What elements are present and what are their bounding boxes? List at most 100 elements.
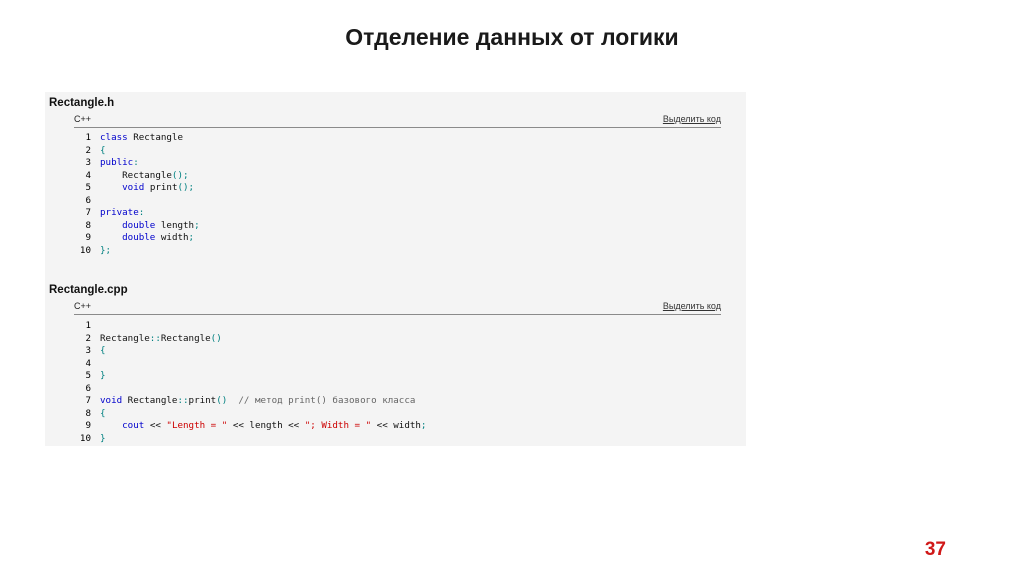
line-number: 9: [85, 232, 91, 243]
code-listing-source-file: 1 2 Rectangle::Rectangle() 3{4 5} 6 7 void Rect…: [74, 320, 721, 445]
code-token: };: [100, 244, 112, 256]
select-code-link[interactable]: Выделить код: [663, 301, 721, 311]
code-token: :: [133, 157, 139, 168]
code-token: ;: [188, 232, 195, 243]
code-text: double length;: [100, 219, 199, 233]
code-token: void: [122, 182, 145, 193]
code-token: Rectangle: [127, 132, 183, 143]
code-line: 8{: [74, 408, 721, 421]
code-line: 8 double length;: [74, 220, 721, 233]
block-title-header-file: Rectangle.h: [49, 97, 115, 109]
line-number: 7: [85, 395, 91, 406]
code-text: Rectangle();: [100, 169, 189, 183]
code-line: 1: [74, 320, 721, 333]
code-line: 10};: [74, 245, 721, 258]
code-line: 5 void print();: [74, 182, 721, 195]
code-text: cout << "Length = " << length << "; Widt…: [100, 420, 426, 433]
line-number: 9: [85, 420, 91, 431]
line-number: 1: [85, 320, 91, 331]
code-token: :: [138, 207, 145, 218]
code-line: 9 cout << "Length = " << length << "; Wi…: [74, 420, 721, 433]
code-header-header-file: C++ Выделить код: [74, 114, 721, 128]
code-token: }: [100, 432, 106, 444]
code-line: 5}: [74, 370, 721, 383]
code-text: double width;: [100, 232, 194, 245]
code-line: 2{: [74, 145, 721, 158]
line-number: 6: [85, 194, 91, 206]
code-line: 10}: [74, 433, 721, 446]
code-token: width: [155, 232, 189, 243]
code-line: 9 double width;: [74, 232, 721, 245]
line-number: 8: [85, 219, 91, 231]
code-token: print: [144, 182, 178, 193]
code-token: (): [216, 395, 228, 406]
code-line: 7 void Rectangle::print() // метод print(…: [74, 395, 721, 408]
line-number: 3: [85, 345, 91, 356]
code-token: << length <<: [227, 420, 305, 431]
code-text: void Rectangle::print() // метод print()…: [100, 395, 415, 408]
code-token: }: [100, 370, 106, 381]
code-text: {: [100, 408, 106, 421]
line-number: 4: [85, 357, 91, 369]
code-token: "; Width = ": [304, 420, 372, 431]
code-token: "Length = ": [166, 420, 228, 431]
code-token: {: [100, 407, 106, 419]
code-token: ::: [177, 395, 189, 406]
code-text: private:: [100, 207, 144, 220]
code-token: // метод print() базового класса: [238, 395, 416, 406]
code-token: private: [100, 207, 139, 218]
line-number: 10: [79, 432, 91, 444]
code-token: ();: [171, 169, 189, 181]
language-label: C++: [74, 301, 92, 311]
select-code-link[interactable]: Выделить код: [663, 114, 721, 124]
code-text: {: [100, 345, 106, 358]
code-token: double: [122, 219, 156, 231]
language-label: C++: [74, 114, 92, 124]
code-token: class: [100, 132, 128, 143]
code-line: 3 public:: [74, 157, 721, 170]
line-number: 10: [79, 244, 91, 256]
line-number: 5: [85, 370, 91, 381]
code-token: double: [122, 232, 156, 243]
page-number: 37: [924, 539, 946, 560]
code-token: ::: [149, 332, 161, 344]
code-token: ();: [177, 182, 195, 193]
code-listing-header-file: 1 class Rectangle 2{3 public: 4 Rectangle();…: [74, 132, 721, 257]
line-number: 6: [85, 382, 91, 394]
code-text: Rectangle::Rectangle(): [100, 333, 222, 346]
code-token: <<: [144, 420, 167, 431]
code-token: print: [188, 395, 217, 406]
code-token: Rectangle: [100, 169, 172, 181]
code-token: {: [100, 144, 106, 156]
line-number: 3: [85, 157, 91, 168]
line-number: 2: [85, 144, 91, 156]
line-number: 8: [85, 407, 91, 419]
code-line: 4 Rectangle();: [74, 170, 721, 183]
code-text: }: [100, 433, 106, 446]
code-token: (): [210, 332, 222, 344]
line-number: 4: [85, 169, 91, 181]
line-number: 2: [85, 332, 91, 344]
code-text: {: [100, 145, 106, 158]
code-token: cout: [122, 420, 145, 431]
slide-title: Отделение данных от логики: [345, 24, 679, 50]
code-line: 3{: [74, 345, 721, 358]
code-panel: Rectangle.h C++ Выделить код 1 class Rect…: [45, 92, 746, 446]
code-line: 6: [74, 195, 721, 208]
code-token: void: [100, 395, 123, 406]
line-number: 1: [85, 132, 91, 143]
code-token: << width: [371, 420, 421, 431]
code-token: Rectangle: [100, 332, 150, 344]
code-token: public: [100, 157, 134, 168]
block-title-source-file: Rectangle.cpp: [49, 284, 128, 296]
code-header-source-file: C++ Выделить код: [74, 301, 721, 315]
code-token: Rectangle: [160, 332, 211, 344]
code-line: 7 private:: [74, 207, 721, 220]
code-text: };: [100, 245, 111, 258]
code-text: public:: [100, 157, 139, 170]
